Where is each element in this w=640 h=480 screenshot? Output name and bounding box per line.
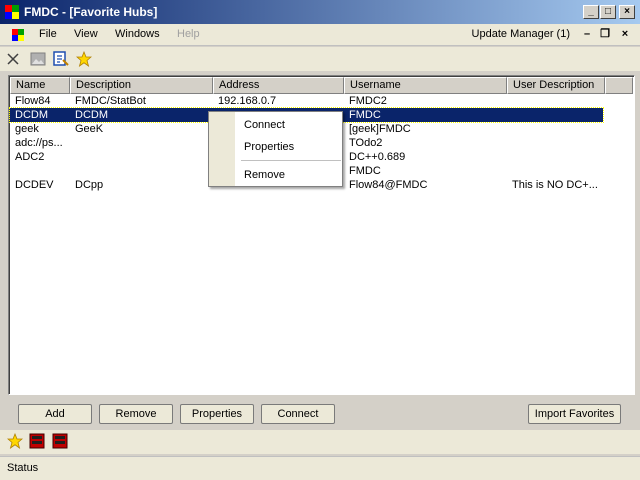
context-separator [241,160,341,161]
favorite-star-icon[interactable] [7,433,23,449]
menu-help[interactable]: Help [177,28,200,40]
cell-name: ADC2 [15,151,45,163]
column-description[interactable]: Description [70,77,213,94]
menu-bar: File View Windows Help Update Manager (1… [0,24,640,46]
network-icon[interactable] [5,51,21,67]
cell-username: [geek]FMDC [349,123,411,135]
menu-view[interactable]: View [74,28,98,40]
column-username[interactable]: Username [344,77,507,94]
context-menu-gutter [209,112,235,186]
cell-name: adc://ps... [15,137,63,149]
context-connect-item[interactable]: Connect [244,119,285,131]
column-address[interactable]: Address [213,77,344,94]
connect-button[interactable]: Connect [261,404,335,424]
import-favorites-button[interactable]: Import Favorites [528,404,621,424]
title-bar[interactable]: FMDC - [Favorite Hubs] _ □ × [0,0,640,24]
status-text: Status [7,462,39,474]
mdi-child-icon[interactable] [10,27,26,43]
hub-red-icon[interactable] [29,433,45,449]
cell-username: DC++0.689 [349,151,406,163]
update-manager-menu[interactable]: Update Manager (1) [472,28,570,40]
app-icon [5,5,19,19]
context-properties-item[interactable]: Properties [244,141,294,153]
mdi-minimize-button[interactable]: – [580,27,594,41]
cell-name: Flow84 [15,95,51,107]
favorite-star-icon[interactable] [76,51,92,67]
cell-name: DCDEV [15,179,54,191]
hub-red-icon[interactable] [52,433,68,449]
list-header: Name Description Address Username User D… [10,77,633,94]
context-remove-item[interactable]: Remove [244,169,285,181]
cell-username: Flow84@FMDC [349,179,428,191]
column-name[interactable]: Name [10,77,70,94]
add-button[interactable]: Add [18,404,92,424]
bottom-toolbar [0,430,640,454]
menu-file[interactable]: File [39,28,57,40]
close-button[interactable]: × [619,5,635,19]
context-menu: Connect Properties Remove [208,111,343,187]
remove-button[interactable]: Remove [99,404,173,424]
cell-username: FMDC [349,109,381,121]
column-filler [605,77,633,94]
minimize-button[interactable]: _ [583,5,599,19]
cell-username: TOdo2 [349,137,383,149]
image-icon[interactable] [30,51,46,67]
cell-address: 192.168.0.7 [218,95,277,107]
window-title: FMDC - [Favorite Hubs] [24,5,158,19]
cell-name: geek [15,123,39,135]
cell-username: FMDC [349,165,381,177]
cell-description: FMDC/StatBot [75,95,146,107]
menu-windows[interactable]: Windows [115,28,160,40]
maximize-button[interactable]: □ [600,5,616,19]
cell-username: FMDC2 [349,95,387,107]
main-toolbar [0,47,640,71]
cell-name: DCDM [15,109,48,121]
cell-description: DCDM [75,109,108,121]
mdi-restore-button[interactable]: ❐ [598,27,612,41]
properties-button[interactable]: Properties [180,404,254,424]
cell-user-description: This is NO DC+... [512,179,598,191]
cell-description: DCpp [75,179,104,191]
status-bar: Status [0,456,640,480]
hub-settings-icon[interactable] [53,51,69,67]
column-user-description[interactable]: User Description [507,77,605,94]
cell-description: GeeK [75,123,104,135]
mdi-close-button[interactable]: × [618,27,632,41]
table-row[interactable]: Flow84 FMDC/StatBot 192.168.0.7 FMDC2 [10,94,603,108]
